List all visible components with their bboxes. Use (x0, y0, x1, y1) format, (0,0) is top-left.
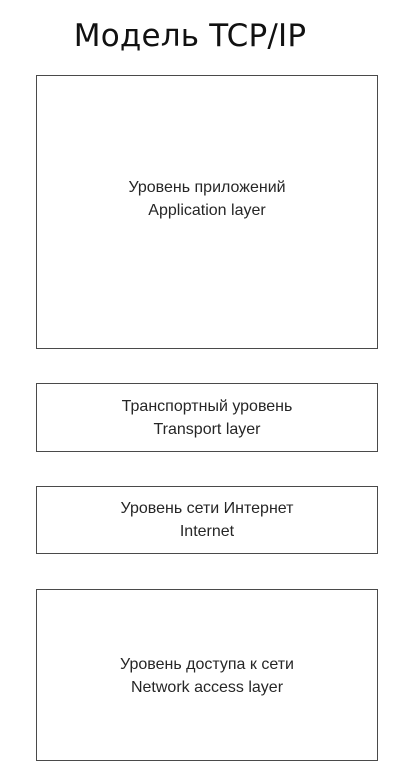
diagram-title: Модель TCP/IP (73, 18, 307, 54)
internet-layer-box: Уровень сети Интернет Internet (36, 486, 378, 554)
transport-layer-label-en: Transport layer (153, 420, 261, 438)
network-access-layer-box: Уровень доступа к сети Network access la… (36, 589, 378, 761)
transport-layer-box: Транспортный уровень Transport layer (36, 383, 378, 452)
network-access-layer-label-en: Network access layer (130, 679, 284, 696)
application-layer-label-ru: Уровень приложений (128, 179, 286, 196)
application-layer-label-en: Application layer (148, 202, 266, 219)
internet-layer-label-en: Internet (179, 523, 235, 540)
network-access-layer-label-ru: Уровень доступа к сети (120, 656, 294, 673)
internet-layer-label-ru: Уровень сети Интернет (120, 500, 294, 517)
application-layer-box: Уровень приложений Application layer (36, 75, 378, 349)
transport-layer-label-ru: Транспортный уровень (121, 397, 293, 415)
